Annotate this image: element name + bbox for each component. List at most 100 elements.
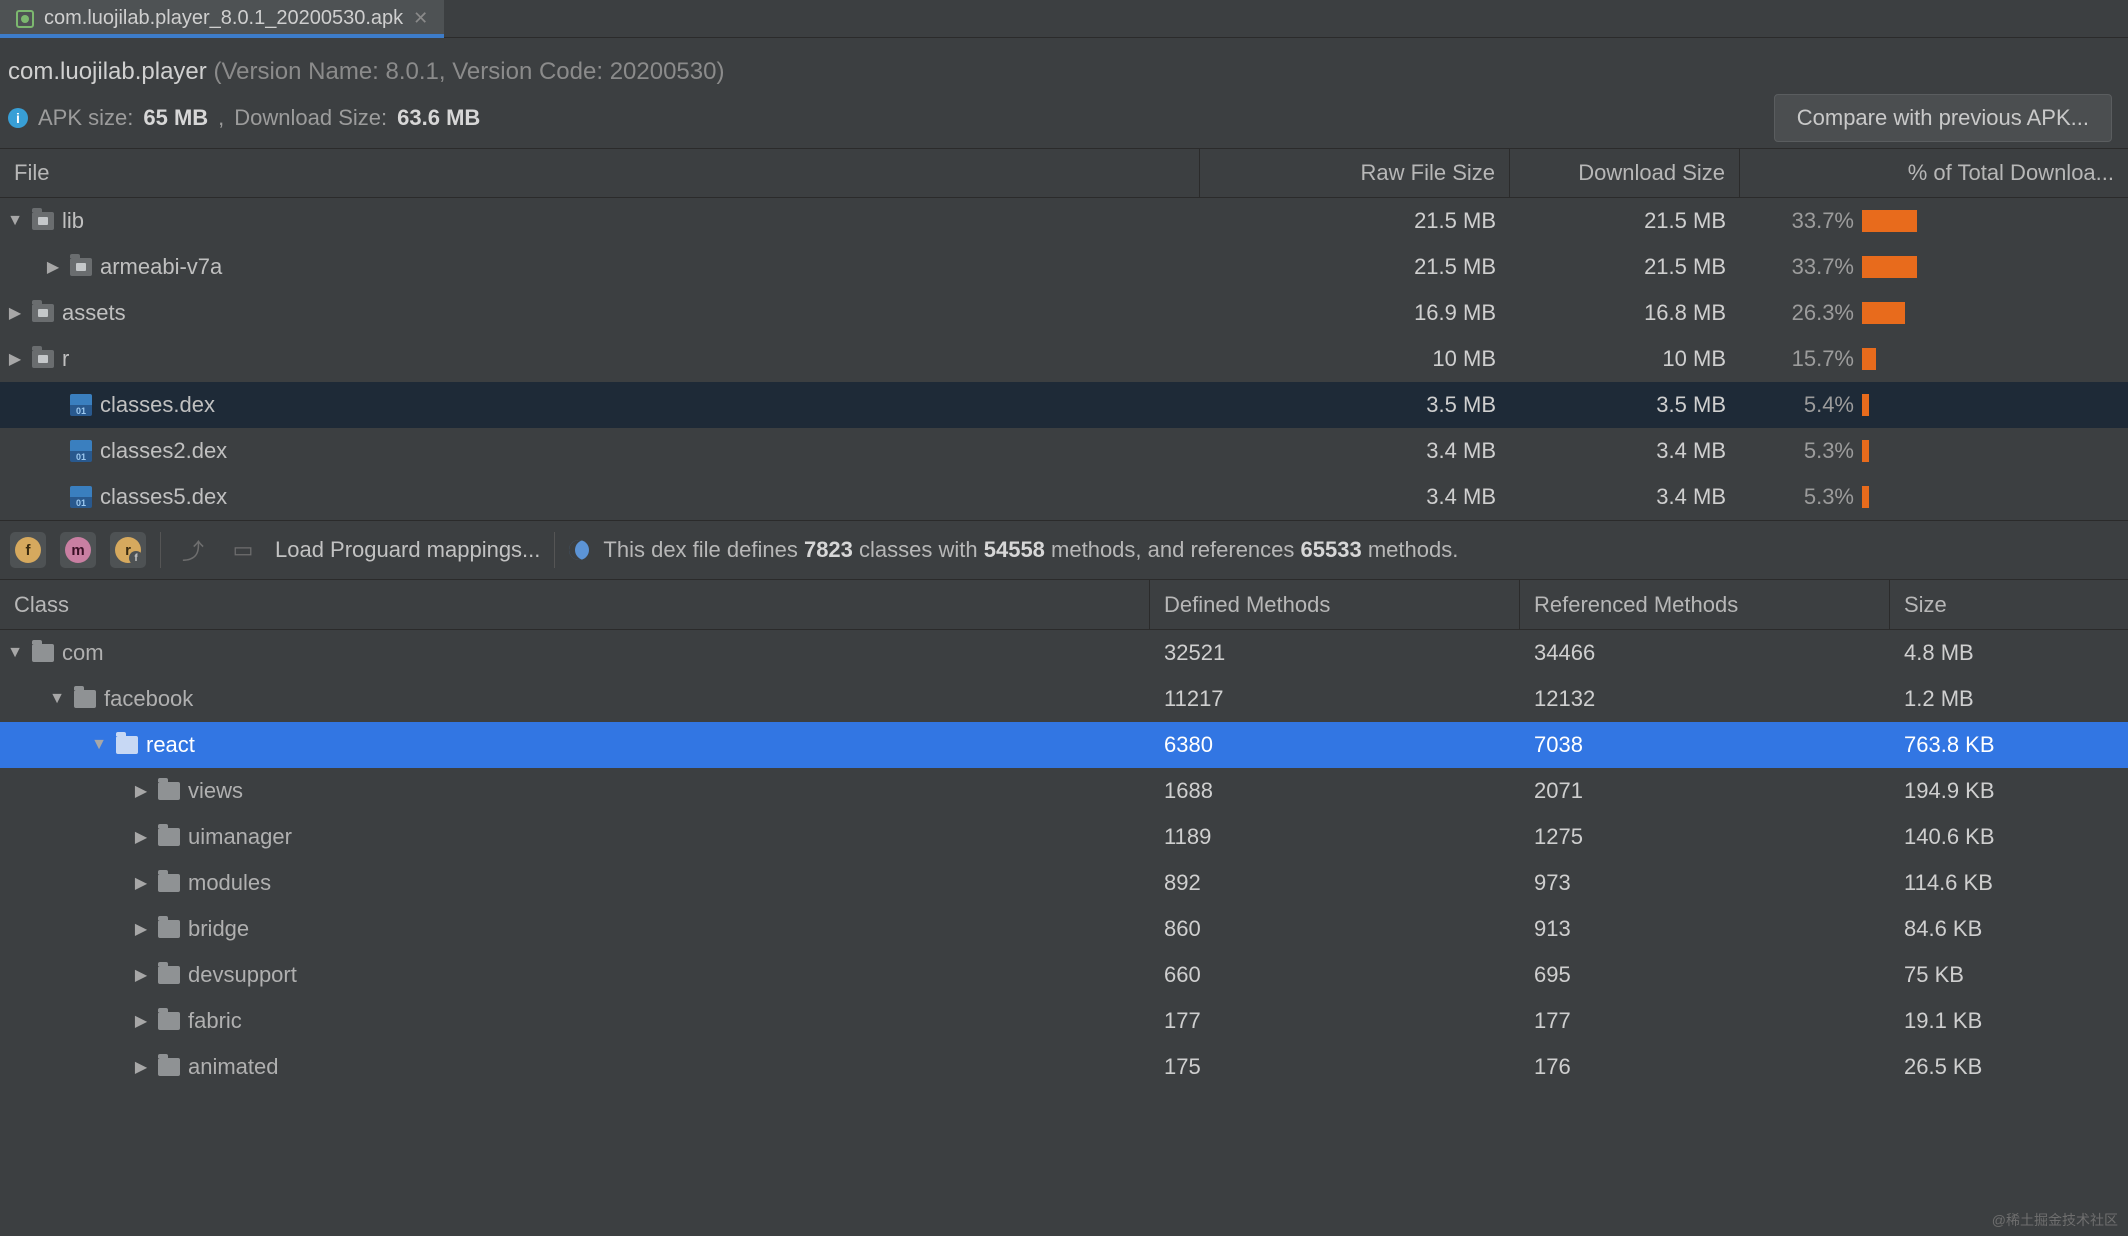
- class-row[interactable]: ▶uimanager11891275140.6 KB: [0, 814, 2128, 860]
- col-defined-methods[interactable]: Defined Methods: [1150, 580, 1520, 629]
- file-row[interactable]: ▶assets16.9 MB16.8 MB26.3%: [0, 290, 2128, 336]
- cell-size: 1.2 MB: [1890, 686, 2128, 712]
- package-icon: [158, 966, 180, 984]
- load-proguard-link[interactable]: Load Proguard mappings...: [275, 537, 540, 563]
- chevron-right-icon[interactable]: ▶: [132, 781, 150, 801]
- percent-bar: [1862, 210, 1917, 232]
- cell-dl: 21.5 MB: [1510, 208, 1740, 234]
- cell-dl: 10 MB: [1510, 346, 1740, 372]
- cell-raw: 21.5 MB: [1200, 254, 1510, 280]
- col-raw-size[interactable]: Raw File Size: [1200, 149, 1510, 197]
- chevron-right-icon[interactable]: ▶: [6, 349, 24, 369]
- col-file[interactable]: File: [0, 149, 1200, 197]
- cell-ref: 973: [1520, 870, 1890, 896]
- col-class[interactable]: Class: [0, 580, 1150, 629]
- cell-raw: 10 MB: [1200, 346, 1510, 372]
- nav-up-button[interactable]: ⤴: [175, 532, 211, 568]
- package-icon: [158, 1012, 180, 1030]
- editor-tab[interactable]: com.luojilab.player_8.0.1_20200530.apk ✕: [0, 0, 444, 37]
- file-row[interactable]: 01classes2.dex3.4 MB3.4 MB5.3%: [0, 428, 2128, 474]
- col-download-size[interactable]: Download Size: [1510, 149, 1740, 197]
- cell-ref: 176: [1520, 1054, 1890, 1080]
- file-name: classes5.dex: [100, 484, 227, 510]
- class-row[interactable]: ▶fabric17717719.1 KB: [0, 998, 2128, 1044]
- class-name: fabric: [188, 1008, 242, 1034]
- cell-percent: 15.7%: [1740, 346, 1860, 372]
- class-row[interactable]: ▼react63807038763.8 KB: [0, 722, 2128, 768]
- class-name: modules: [188, 870, 271, 896]
- close-icon[interactable]: ✕: [413, 8, 428, 29]
- cell-def: 11217: [1150, 686, 1520, 712]
- class-name: bridge: [188, 916, 249, 942]
- cell-bar: [1860, 210, 2128, 232]
- cell-ref: 2071: [1520, 778, 1890, 804]
- filter-refs-button[interactable]: r: [110, 532, 146, 568]
- class-name: com: [62, 640, 104, 666]
- chevron-right-icon[interactable]: ▶: [132, 1057, 150, 1077]
- chevron-right-icon[interactable]: ▶: [6, 303, 24, 323]
- file-row[interactable]: ▼lib21.5 MB21.5 MB33.7%: [0, 198, 2128, 244]
- cell-def: 660: [1150, 962, 1520, 988]
- filter-fields-button[interactable]: f: [10, 532, 46, 568]
- percent-bar: [1862, 302, 1905, 324]
- cell-ref: 7038: [1520, 732, 1890, 758]
- file-row[interactable]: ▶r10 MB10 MB15.7%: [0, 336, 2128, 382]
- package-line: com.luojilab.player (Version Name: 8.0.1…: [8, 58, 2112, 86]
- cell-bar: [1860, 486, 2128, 508]
- cell-ref: 1275: [1520, 824, 1890, 850]
- chevron-right-icon[interactable]: ▶: [44, 257, 62, 277]
- tab-bar: com.luojilab.player_8.0.1_20200530.apk ✕: [0, 0, 2128, 38]
- col-size[interactable]: Size: [1890, 580, 2128, 629]
- package-icon: [158, 1058, 180, 1076]
- chevron-down-icon[interactable]: ▼: [6, 644, 24, 662]
- compare-apk-button[interactable]: Compare with previous APK...: [1774, 94, 2112, 142]
- separator: [160, 532, 161, 568]
- dex-toolbar: f m r ⤴ ▭ Load Proguard mappings... This…: [0, 520, 2128, 580]
- cell-size: 19.1 KB: [1890, 1008, 2128, 1034]
- chevron-right-icon[interactable]: ▶: [132, 1011, 150, 1031]
- chevron-down-icon[interactable]: ▼: [48, 690, 66, 708]
- cell-bar: [1860, 394, 2128, 416]
- class-name: uimanager: [188, 824, 292, 850]
- dex-summary: This dex file defines 7823 classes with …: [603, 537, 1458, 563]
- file-row[interactable]: 01classes5.dex3.4 MB3.4 MB5.3%: [0, 474, 2128, 520]
- size-info: i APK size: 65 MB, Download Size: 63.6 M…: [8, 105, 480, 131]
- chevron-right-icon[interactable]: ▶: [132, 919, 150, 939]
- chevron-down-icon[interactable]: ▼: [90, 736, 108, 754]
- cell-percent: 5.3%: [1740, 438, 1860, 464]
- class-row[interactable]: ▶animated17517626.5 KB: [0, 1044, 2128, 1090]
- cell-ref: 12132: [1520, 686, 1890, 712]
- file-row[interactable]: 01classes.dex3.5 MB3.5 MB5.4%: [0, 382, 2128, 428]
- chevron-right-icon[interactable]: ▶: [132, 827, 150, 847]
- percent-bar: [1862, 394, 1869, 416]
- class-row[interactable]: ▶views16882071194.9 KB: [0, 768, 2128, 814]
- class-name: devsupport: [188, 962, 297, 988]
- class-row[interactable]: ▶devsupport66069575 KB: [0, 952, 2128, 998]
- class-row[interactable]: ▶bridge86091384.6 KB: [0, 906, 2128, 952]
- class-row[interactable]: ▼com32521344664.8 MB: [0, 630, 2128, 676]
- file-name: assets: [62, 300, 126, 326]
- chevron-down-icon[interactable]: ▼: [6, 212, 24, 230]
- chevron-right-icon[interactable]: ▶: [132, 873, 150, 893]
- col-referenced-methods[interactable]: Referenced Methods: [1520, 580, 1890, 629]
- class-row[interactable]: ▶modules892973114.6 KB: [0, 860, 2128, 906]
- percent-bar: [1862, 348, 1876, 370]
- class-row[interactable]: ▼facebook11217121321.2 MB: [0, 676, 2128, 722]
- dex-summary-icon: [569, 540, 589, 560]
- expand-types-button[interactable]: ▭: [225, 532, 261, 568]
- cell-bar: [1860, 348, 2128, 370]
- cell-size: 26.5 KB: [1890, 1054, 2128, 1080]
- file-row[interactable]: ▶armeabi-v7a21.5 MB21.5 MB33.7%: [0, 244, 2128, 290]
- tab-title: com.luojilab.player_8.0.1_20200530.apk: [44, 7, 403, 30]
- file-name: lib: [62, 208, 84, 234]
- col-percent[interactable]: % of Total Downloa...: [1740, 149, 2128, 197]
- info-icon: i: [8, 108, 28, 128]
- cell-size: 763.8 KB: [1890, 732, 2128, 758]
- filter-methods-button[interactable]: m: [60, 532, 96, 568]
- chevron-right-icon[interactable]: ▶: [132, 965, 150, 985]
- cell-ref: 913: [1520, 916, 1890, 942]
- folder-icon: [32, 212, 54, 230]
- cell-dl: 3.5 MB: [1510, 392, 1740, 418]
- dex-file-icon: 01: [70, 394, 92, 416]
- dex-file-icon: 01: [70, 440, 92, 462]
